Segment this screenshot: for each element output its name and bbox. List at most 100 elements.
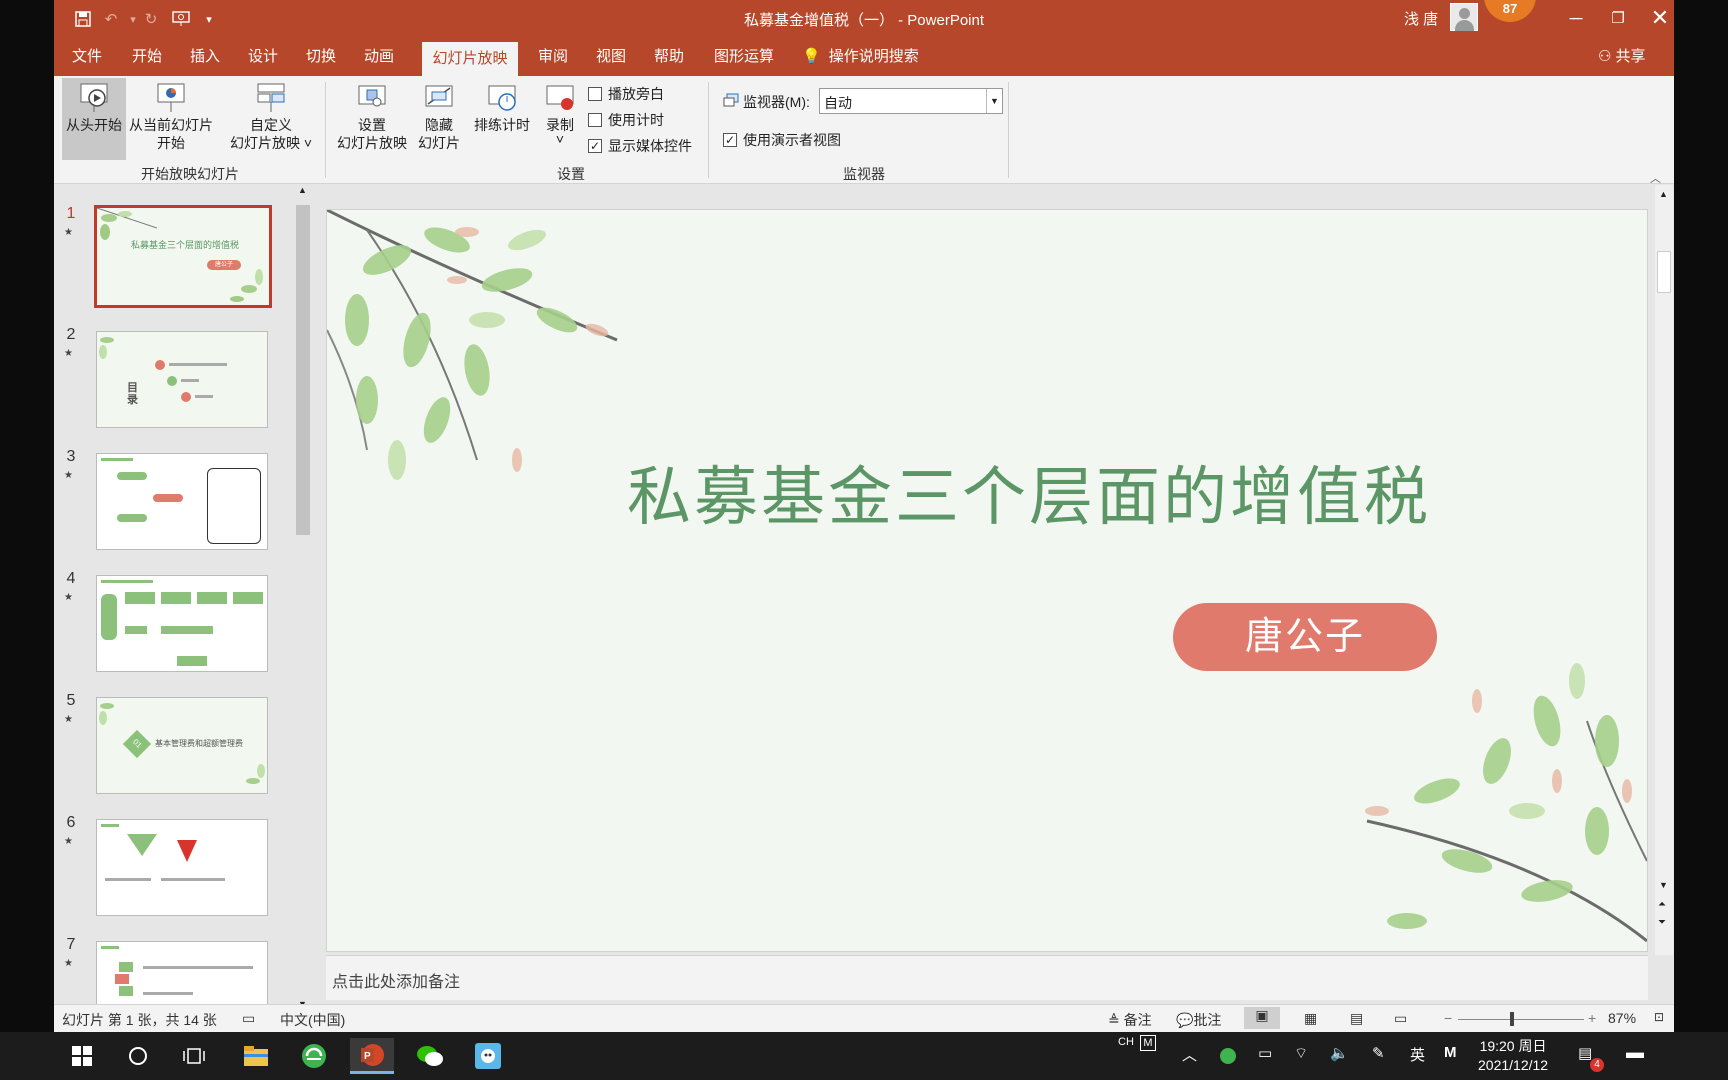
show-media-box[interactable]: ✓	[588, 139, 602, 153]
scroll-up-icon[interactable]: ▲	[1659, 189, 1668, 199]
undo-icon[interactable]: ↶	[100, 8, 122, 30]
redo-icon[interactable]: ↻	[140, 8, 162, 30]
presenter-view-box[interactable]: ✓	[723, 133, 737, 147]
browser-icon[interactable]	[292, 1038, 336, 1074]
slide-canvas[interactable]: 私募基金三个层面的增值税 唐公子	[326, 209, 1648, 952]
taskbar-clock[interactable]: 19:20 周日 2021/12/12	[1478, 1037, 1548, 1075]
volume-icon[interactable]: 🔈	[1330, 1044, 1349, 1062]
save-icon[interactable]	[72, 8, 94, 30]
previous-slide-icon[interactable]: ⏶	[1658, 899, 1666, 910]
slide-thumbnail-5[interactable]: 01 基本管理费和超额管理费	[96, 697, 268, 794]
presenter-view-checkbox[interactable]: ✓ 使用演示者视图	[723, 130, 841, 150]
animation-star-icon: ★	[64, 836, 73, 847]
scroll-down-icon[interactable]: ▼	[1659, 880, 1668, 890]
fit-to-window-icon[interactable]: ⊡	[1654, 1010, 1664, 1024]
ime-mode[interactable]: M	[1444, 1044, 1457, 1061]
share-button[interactable]: ⚇ 共享	[1598, 38, 1645, 76]
restore-icon[interactable]: ❐	[1600, 4, 1636, 32]
chevron-up-icon[interactable]: ︿	[1182, 1044, 1197, 1065]
scrollbar-thumb[interactable]	[296, 205, 310, 535]
zoom-out-icon[interactable]: −	[1444, 1010, 1452, 1026]
minimize-icon[interactable]: ─	[1558, 4, 1594, 32]
author-pill[interactable]: 唐公子	[1173, 603, 1437, 671]
battery-icon[interactable]: ▭	[1258, 1044, 1272, 1062]
tab-file[interactable]: 文件	[66, 38, 108, 76]
reading-view-button[interactable]: ▤	[1350, 1010, 1363, 1027]
pen-icon[interactable]: ✎	[1372, 1044, 1385, 1062]
thumbnail-scrollbar[interactable]: ▲ ▼	[294, 185, 312, 1009]
slide-thumbnail-2[interactable]: 目录	[96, 331, 268, 428]
zoom-in-icon[interactable]: +	[1588, 1010, 1596, 1026]
tab-insert[interactable]: 插入	[184, 38, 226, 76]
slide-sorter-button[interactable]: ▦	[1304, 1010, 1317, 1027]
use-timings-checkbox[interactable]: 使用计时	[588, 110, 664, 130]
play-narration-checkbox[interactable]: 播放旁白	[588, 84, 664, 104]
wechat-icon[interactable]	[408, 1038, 452, 1074]
tab-transitions[interactable]: 切换	[300, 38, 342, 76]
from-beginning-button[interactable]: 从头开始	[62, 78, 126, 160]
ime-ch[interactable]: CH	[1118, 1036, 1134, 1048]
file-explorer-icon[interactable]	[234, 1038, 278, 1074]
language-indicator[interactable]: 中文(中国)	[280, 1010, 345, 1030]
show-media-controls-checkbox[interactable]: ✓ 显示媒体控件	[588, 136, 692, 156]
slide-thumbnail-6[interactable]	[96, 819, 268, 916]
setup-slideshow-button[interactable]: 设置 幻灯片放映	[332, 78, 412, 160]
hide-slide-button[interactable]: 隐藏 幻灯片	[414, 78, 464, 160]
play-narration-box[interactable]	[588, 87, 602, 101]
next-slide-icon[interactable]: ⏷	[1658, 917, 1666, 928]
wifi-icon[interactable]: ⌔	[1294, 1044, 1308, 1063]
collapse-ribbon-icon[interactable]: ︿	[1650, 170, 1661, 186]
slideshow-view-button[interactable]: ▭	[1394, 1010, 1407, 1027]
ime-m-small[interactable]: M	[1140, 1035, 1156, 1051]
slide-scrollbar[interactable]: ▲ ▼ ⏶ ⏷	[1655, 185, 1673, 955]
tab-shape-ops[interactable]: 图形运算	[708, 38, 780, 76]
custom-slideshow-button[interactable]: 自定义 幻灯片放映 ˅	[228, 78, 314, 160]
notes-pane[interactable]: 点击此处添加备注	[326, 955, 1648, 1000]
slide-thumbnail-1[interactable]: 私募基金三个层面的增值税 唐公子	[94, 205, 272, 308]
slide-thumbnail-3[interactable]	[96, 453, 268, 550]
record-button[interactable]: 录制 ˅	[538, 78, 582, 160]
slide-thumbnail-7[interactable]	[96, 941, 268, 1005]
windows-start-icon[interactable]	[60, 1038, 104, 1074]
chevron-down-icon[interactable]: ▼	[986, 89, 1002, 113]
cortana-icon[interactable]	[116, 1038, 160, 1074]
tab-home[interactable]: 开始	[126, 38, 168, 76]
tab-design[interactable]: 设计	[242, 38, 284, 76]
monitor-dropdown[interactable]: 自动 ▼	[819, 88, 1003, 114]
slide-thumbnail-4[interactable]	[96, 575, 268, 672]
rehearse-timings-button[interactable]: 排练计时	[470, 78, 534, 160]
close-icon[interactable]: ✕	[1642, 4, 1674, 32]
tell-me-search[interactable]: 💡 操作说明搜索	[802, 38, 919, 76]
record-dropdown[interactable]: ˅	[538, 132, 582, 146]
zoom-slider-thumb[interactable]	[1510, 1012, 1514, 1026]
use-timings-box[interactable]	[588, 113, 602, 127]
tab-slideshow[interactable]: 幻灯片放映	[422, 42, 518, 76]
slide-title[interactable]: 私募基金三个层面的增值税	[627, 446, 1428, 538]
powerpoint-taskbar-icon[interactable]: P	[350, 1038, 394, 1074]
tab-help[interactable]: 帮助	[648, 38, 690, 76]
ime-language[interactable]: 英	[1410, 1044, 1425, 1065]
present-icon[interactable]	[170, 8, 192, 30]
spellcheck-icon[interactable]: ▭	[242, 1010, 255, 1027]
scrollbar-thumb[interactable]	[1657, 251, 1671, 293]
tab-view[interactable]: 视图	[590, 38, 632, 76]
notes-toggle[interactable]: ≜ 备注	[1108, 1010, 1152, 1030]
tab-animations[interactable]: 动画	[358, 38, 400, 76]
action-center-icon[interactable]: ▬	[1626, 1042, 1644, 1063]
user-name[interactable]: 浅 唐	[1404, 8, 1438, 29]
notification-badge[interactable]: 87	[1484, 0, 1536, 22]
task-view-icon[interactable]	[172, 1038, 216, 1074]
comments-toggle[interactable]: 💬批注	[1176, 1010, 1221, 1030]
user-avatar[interactable]	[1450, 3, 1478, 31]
animation-star-icon: ★	[64, 348, 73, 359]
normal-view-button[interactable]: ▣	[1244, 1007, 1280, 1029]
tab-review[interactable]: 审阅	[532, 38, 574, 76]
scroll-up-icon[interactable]: ▲	[298, 185, 307, 195]
customize-qat-icon[interactable]: ▾	[198, 8, 220, 30]
app-icon[interactable]	[466, 1038, 510, 1074]
zoom-level[interactable]: 87%	[1608, 1010, 1636, 1026]
from-current-button[interactable]: 从当前幻灯片 开始	[118, 78, 224, 160]
zoom-slider[interactable]	[1458, 1019, 1584, 1020]
notification-center-icon[interactable]: ▤	[1578, 1044, 1592, 1062]
tray-app-icon[interactable]	[1220, 1048, 1236, 1064]
